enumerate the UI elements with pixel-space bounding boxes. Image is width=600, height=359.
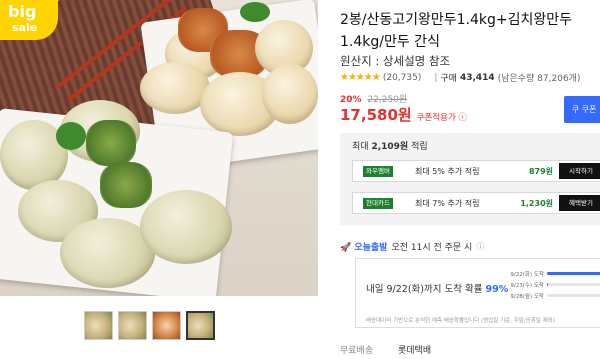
- reward-row: 와우멤버 최대 5% 추가 적립 879원 시작하기: [352, 160, 600, 182]
- arrival-probability-box: 내일 9/22(화)까지 도착 확률 99% 9/22(화) 도착 9/23(수…: [355, 258, 600, 328]
- arrival-bar-row: 9/22(화) 도착: [508, 268, 600, 279]
- purchase-note: (남은수량 87,206개): [497, 74, 581, 84]
- delivery-row: 🚀 오늘출발 오전 11시 전 주문 시 ⓘ: [340, 240, 484, 253]
- coupon-download-button[interactable]: 쿠 쿠폰: [564, 96, 600, 123]
- reward-amount: 2,109원: [371, 142, 409, 152]
- thumbnail-4-selected[interactable]: [186, 311, 215, 340]
- sale-price: 17,580원: [340, 106, 412, 124]
- arrival-percent: 99%: [485, 284, 509, 295]
- arrival-track: [547, 272, 600, 275]
- badge-line1: big: [8, 2, 37, 21]
- reward-points: 1,230원: [520, 199, 553, 208]
- dumpling-cut-decor: [86, 120, 136, 166]
- arrival-prefix: 내일 9/22(화)까지 도착 확률: [366, 284, 483, 295]
- thumbnail-1[interactable]: [84, 311, 113, 340]
- review-count[interactable]: (20,735): [383, 73, 422, 83]
- coupon-price-label[interactable]: 쿠폰적용가 ⓘ: [417, 111, 467, 123]
- info-icon[interactable]: ⓘ: [476, 241, 484, 252]
- thumbnail-3[interactable]: [152, 311, 181, 340]
- dumpling-decor: [140, 190, 232, 264]
- herb-decor: [240, 2, 270, 22]
- arrival-fill: [547, 272, 600, 275]
- divider: |: [434, 72, 438, 83]
- rating-stars[interactable]: ★★★★★: [340, 72, 381, 83]
- reward-text: 최대 7% 추가 적립: [415, 199, 480, 208]
- origin-text: 원산지 : 상세설명 참조: [340, 54, 451, 68]
- rating-row: ★★★★★ (20,735) | 구매 43,414 (남은수량 87,206개…: [340, 71, 580, 84]
- delivery-cutoff-text: 오전 11시 전 주문 시: [391, 243, 473, 253]
- arrival-text: 내일 9/22(화)까지 도착 확률 99%: [366, 281, 508, 295]
- reward-header: 최대 2,109원 적립: [352, 139, 428, 152]
- arrival-track: [547, 283, 600, 286]
- reward-tag: 와우멤버: [363, 166, 393, 177]
- dumpling-cut-decor: [100, 162, 152, 208]
- arrival-fill: [547, 283, 548, 286]
- reward-box: 최대 2,109원 적립 와우멤버 최대 5% 추가 적립 879원 시작하기 …: [340, 133, 600, 225]
- reward-tag: 현대카드: [363, 198, 393, 209]
- big-sale-badge: big sale: [0, 0, 58, 40]
- purchase-count: 43,414: [459, 72, 495, 83]
- arrival-bar-row: 9/23(수) 도착: [508, 279, 600, 290]
- reward-benefit-button[interactable]: 혜택받기: [559, 195, 600, 211]
- dumpling-decor: [262, 64, 318, 124]
- reward-row: 현대카드 최대 7% 추가 적립 1,230원 혜택받기: [352, 192, 600, 214]
- reward-suffix: 적립: [411, 142, 428, 152]
- arrival-note: 배송데이터 기반으로 분석한 예측 배송확률입니다 (영업일 기준, 주말/공휴…: [366, 318, 555, 324]
- shipping-label: 무료배송: [340, 346, 374, 356]
- purchase-label: 구매: [440, 74, 457, 84]
- arrival-bars: 9/22(화) 도착 9/23(수) 도착 9/28(월) 도착: [508, 268, 600, 301]
- rocket-delivery-badge: 🚀 오늘출발: [340, 243, 388, 253]
- reward-start-button[interactable]: 시작하기: [559, 163, 600, 179]
- product-title: 2봉/산동고기왕만두1.4kg+김치왕만두1.4kg/만두 간식: [340, 12, 573, 50]
- price-row: 17,580원 쿠폰적용가 ⓘ: [340, 104, 467, 125]
- arrival-track: [547, 294, 600, 297]
- thumbnail-strip: [84, 311, 215, 340]
- arrival-date: 9/22(화) 도착: [510, 271, 544, 278]
- reward-points: 879원: [528, 167, 553, 176]
- badge-line2: sale: [12, 21, 38, 34]
- product-image[interactable]: big sale: [0, 0, 318, 296]
- reward-text: 최대 5% 추가 적립: [415, 167, 480, 176]
- arrival-bar-row: 9/28(월) 도착: [508, 290, 600, 301]
- reward-prefix: 최대: [352, 142, 369, 152]
- arrival-date: 9/23(수) 도착: [510, 282, 544, 289]
- shipping-row: 무료배송 롯데택배: [340, 343, 431, 356]
- arrival-date: 9/28(월) 도착: [510, 293, 544, 300]
- shipping-carrier: 롯데택배: [398, 346, 432, 356]
- herb-decor: [56, 122, 86, 150]
- thumbnail-2[interactable]: [118, 311, 147, 340]
